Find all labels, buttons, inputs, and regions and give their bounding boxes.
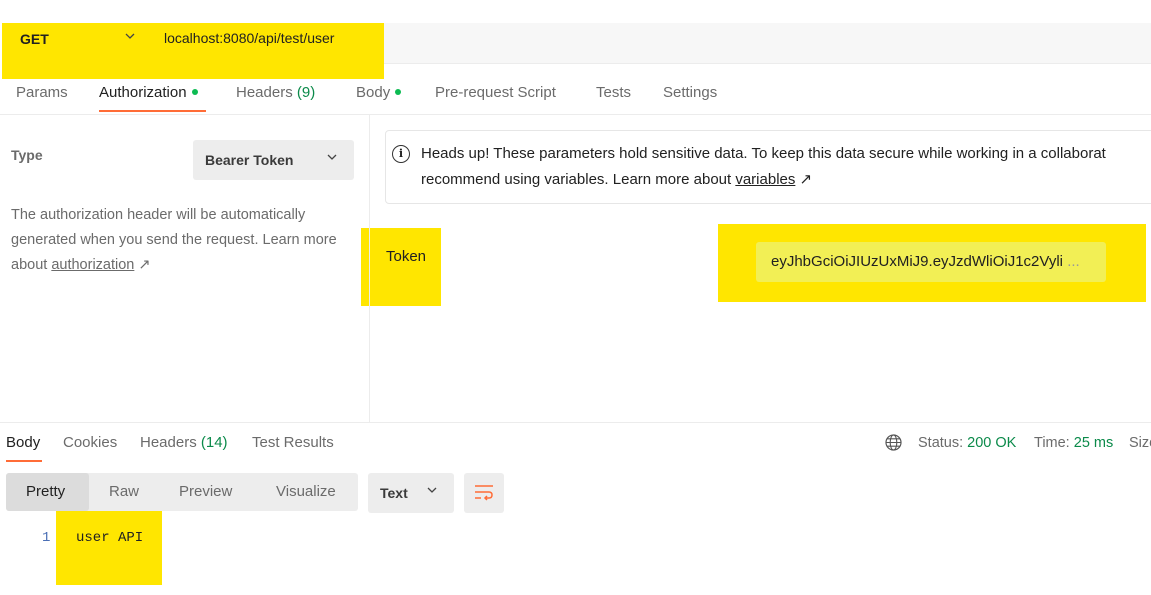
view-mode-pretty[interactable]: Pretty [26, 483, 65, 500]
time-readout: Time: 25 ms [1034, 435, 1113, 451]
tab-params[interactable]: Params [16, 84, 68, 101]
tab-headers[interactable]: Headers (9) [236, 84, 315, 101]
line-number: 1 [42, 530, 51, 546]
divider [0, 114, 1151, 115]
tab-authorization-label: Authorization [99, 84, 187, 101]
wrap-lines-icon [474, 484, 494, 505]
tab-body-label: Body [356, 84, 391, 101]
status-readout: Status: 200 OK [918, 435, 1016, 451]
divider [0, 422, 1151, 423]
chevron-down-icon[interactable] [124, 30, 136, 45]
method-select[interactable]: GET [20, 31, 49, 47]
format-value: Text [380, 485, 408, 501]
token-value-text: eyJhbGciOiJIUzUxMiJ9.eyJzdWliOiJ1c2Vyli [771, 253, 1064, 270]
pane-divider [369, 115, 370, 422]
view-mode-raw[interactable]: Raw [109, 483, 139, 500]
response-tab-headers[interactable]: Headers (14) [140, 434, 228, 451]
active-tab-indicator [6, 460, 42, 462]
external-link-icon: ↗ [138, 257, 151, 273]
chevron-down-icon [326, 151, 338, 166]
token-label: Token [386, 248, 427, 265]
response-body-content[interactable]: user API [76, 530, 143, 546]
active-dot-icon [395, 89, 402, 96]
size-label[interactable]: Size [1129, 435, 1151, 451]
info-text-line2-text: recommend using variables. Learn more ab… [421, 171, 736, 188]
tab-settings[interactable]: Settings [663, 84, 717, 101]
external-link-icon: ↗ [799, 171, 813, 188]
time-value: 25 ms [1073, 435, 1114, 451]
info-icon: i [392, 145, 410, 163]
response-tab-cookies[interactable]: Cookies [63, 434, 117, 451]
token-ellipsis: ... [1067, 253, 1080, 270]
active-tab-indicator [99, 110, 206, 112]
auth-description: The authorization header will be automat… [11, 203, 351, 278]
chevron-down-icon [426, 484, 438, 499]
status-value: 200 OK [967, 435, 1017, 451]
tab-headers-label: Headers [236, 84, 293, 101]
variables-link[interactable]: variables [735, 171, 795, 188]
response-tab-test-results[interactable]: Test Results [252, 434, 334, 451]
view-mode-visualize[interactable]: Visualize [276, 483, 336, 500]
authorization-link[interactable]: authorization [51, 257, 134, 273]
auth-type-select[interactable]: Bearer Token [193, 140, 354, 180]
tab-prerequest-script[interactable]: Pre-request Script [435, 84, 556, 101]
globe-icon[interactable] [885, 434, 902, 451]
status-label: Status: [918, 435, 964, 451]
tab-authorization[interactable]: Authorization [99, 84, 198, 101]
auth-type-value: Bearer Token [205, 152, 294, 168]
format-select[interactable]: Text [368, 473, 454, 513]
info-text-line1: Heads up! These parameters hold sensitiv… [421, 145, 1106, 162]
highlight-token-label [361, 228, 441, 306]
response-tab-headers-count: (14) [200, 434, 228, 451]
response-tab-headers-label: Headers [140, 434, 197, 451]
view-mode-preview[interactable]: Preview [179, 483, 232, 500]
tab-headers-count: (9) [296, 84, 316, 101]
active-dot-icon [191, 89, 198, 96]
token-value: eyJhbGciOiJIUzUxMiJ9.eyJzdWliOiJ1c2Vyli … [771, 253, 1080, 270]
url-bar [384, 23, 1151, 64]
tab-tests[interactable]: Tests [596, 84, 631, 101]
response-tab-body[interactable]: Body [6, 434, 40, 451]
info-text-line2: recommend using variables. Learn more ab… [421, 170, 812, 188]
wrap-lines-button[interactable] [464, 473, 504, 513]
auth-type-label: Type [11, 147, 43, 163]
time-label: Time: [1034, 435, 1070, 451]
url-input[interactable]: localhost:8080/api/test/user [164, 30, 334, 46]
info-banner [385, 130, 1151, 204]
tab-body[interactable]: Body [356, 84, 402, 101]
